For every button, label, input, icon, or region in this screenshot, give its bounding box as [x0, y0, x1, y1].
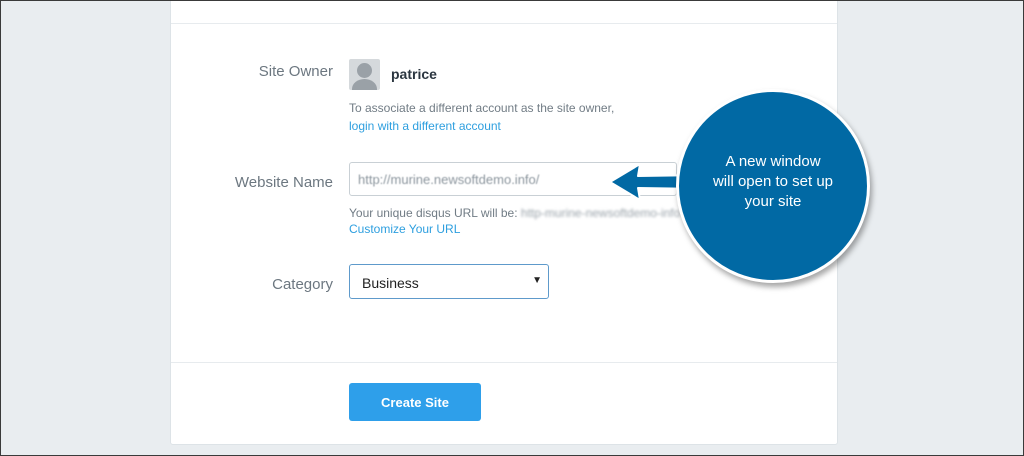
callout-line-1: A new window [725, 153, 821, 170]
avatar-head-icon [357, 63, 372, 78]
site-owner-label: Site Owner [258, 63, 333, 80]
login-different-account-link[interactable]: login with a different account [349, 119, 501, 133]
url-help-prefix: Your unique disqus URL will be: [349, 206, 521, 220]
avatar [349, 59, 380, 90]
caret-down-icon: ▼ [532, 275, 542, 286]
customize-url-link[interactable]: Customize Your URL [349, 222, 460, 236]
url-help-text: Your unique disqus URL will be: http-mur… [349, 206, 680, 220]
callout-line-2: will open to set up [712, 173, 834, 190]
owner-help-text: To associate a different account as the … [349, 101, 615, 115]
category-select[interactable]: Business ▼ [349, 264, 549, 299]
card-divider-bottom [171, 362, 837, 363]
callout-bubble: A new window will open to set up your si… [676, 89, 870, 283]
avatar-body-icon [352, 79, 377, 90]
callout-line-3: your site [744, 193, 802, 210]
card-divider-top [171, 23, 837, 24]
category-selected-value: Business [362, 275, 419, 291]
owner-name: patrice [391, 66, 437, 82]
url-help-value: http-murine-newsoftdemo-info [520, 206, 681, 220]
create-site-button[interactable]: Create Site [349, 383, 481, 421]
category-label: Category [272, 276, 333, 293]
website-name-label: Website Name [234, 174, 333, 191]
